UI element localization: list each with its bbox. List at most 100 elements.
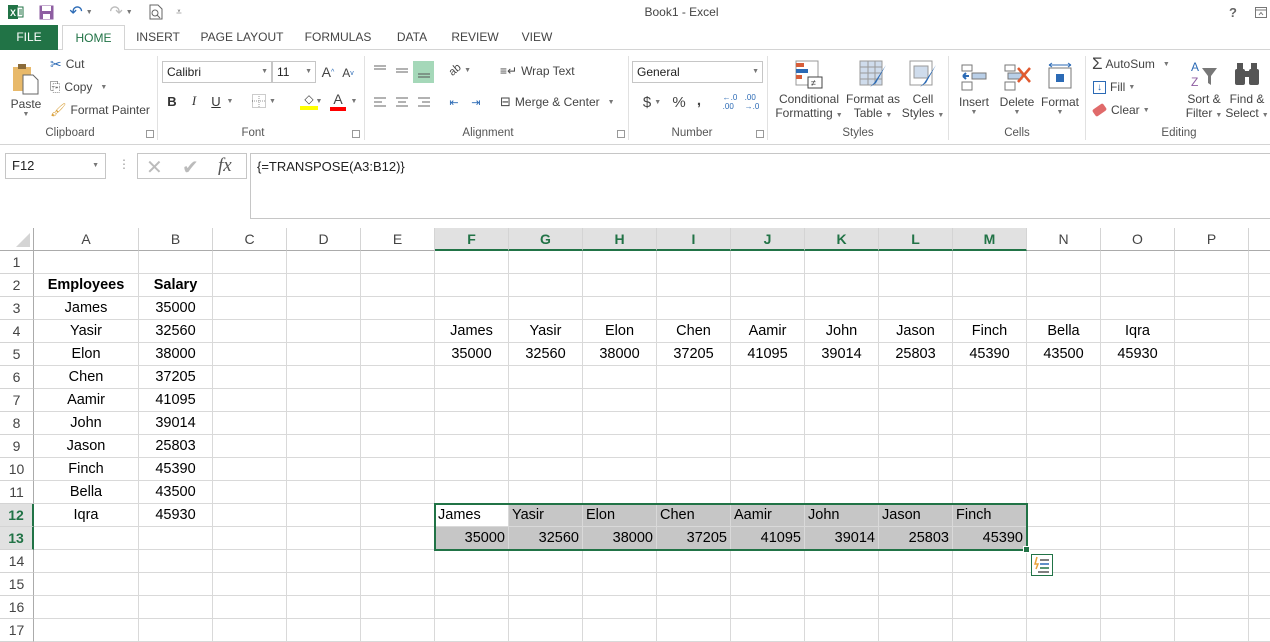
cell-l8[interactable]: [879, 412, 953, 435]
cell-partial-q5[interactable]: [1249, 343, 1270, 366]
cell-k9[interactable]: [805, 435, 879, 458]
cell-c4[interactable]: [213, 320, 287, 343]
cell-partial-q16[interactable]: [1249, 596, 1270, 619]
cell-k14[interactable]: [805, 550, 879, 573]
cell-j5[interactable]: 41095: [731, 343, 805, 366]
orientation-button[interactable]: ab ▼: [446, 60, 474, 80]
cell-e2[interactable]: [361, 274, 435, 297]
wrap-text-button[interactable]: ≡↵ Wrap Text: [500, 62, 575, 80]
cell-f16[interactable]: [435, 596, 509, 619]
cell-k13[interactable]: 39014: [805, 527, 879, 550]
cell-j10[interactable]: [731, 458, 805, 481]
cell-g7[interactable]: [509, 389, 583, 412]
cell-g3[interactable]: [509, 297, 583, 320]
cell-j8[interactable]: [731, 412, 805, 435]
cell-f14[interactable]: [435, 550, 509, 573]
increase-decimal-icon[interactable]: ←.0.00: [720, 93, 740, 111]
cell-m9[interactable]: [953, 435, 1027, 458]
cell-b4[interactable]: 32560: [139, 320, 213, 343]
cell-c3[interactable]: [213, 297, 287, 320]
cell-d6[interactable]: [287, 366, 361, 389]
cell-partial-q3[interactable]: [1249, 297, 1270, 320]
cell-f15[interactable]: [435, 573, 509, 596]
sort-filter-button[interactable]: AZ Sort & Filter ▼: [1183, 54, 1225, 124]
cell-n10[interactable]: [1027, 458, 1101, 481]
decrease-font-size-icon[interactable]: Av: [341, 65, 355, 81]
cell-i11[interactable]: [657, 481, 731, 504]
cell-f2[interactable]: [435, 274, 509, 297]
cell-a12[interactable]: Iqra: [34, 504, 139, 527]
cell-p10[interactable]: [1175, 458, 1249, 481]
cell-o6[interactable]: [1101, 366, 1175, 389]
cell-n12[interactable]: [1027, 504, 1101, 527]
column-header-c[interactable]: C: [213, 228, 287, 251]
cell-partial-q8[interactable]: [1249, 412, 1270, 435]
name-box[interactable]: F12 ▼: [5, 153, 106, 179]
cell-g4[interactable]: Yasir: [509, 320, 583, 343]
cell-p5[interactable]: [1175, 343, 1249, 366]
conditional-formatting-button[interactable]: ≠ Conditional Formatting ▼: [774, 54, 844, 124]
cell-c2[interactable]: [213, 274, 287, 297]
increase-font-size-icon[interactable]: A ^: [320, 63, 336, 81]
cell-e16[interactable]: [361, 596, 435, 619]
cell-o16[interactable]: [1101, 596, 1175, 619]
cell-i10[interactable]: [657, 458, 731, 481]
cell-e4[interactable]: [361, 320, 435, 343]
underline-button[interactable]: U: [208, 92, 224, 110]
cell-c10[interactable]: [213, 458, 287, 481]
column-header-j[interactable]: J: [731, 228, 805, 251]
cell-o3[interactable]: [1101, 297, 1175, 320]
cell-d14[interactable]: [287, 550, 361, 573]
cell-e8[interactable]: [361, 412, 435, 435]
cancel-icon[interactable]: ✕: [146, 155, 163, 180]
cell-m10[interactable]: [953, 458, 1027, 481]
cell-d8[interactable]: [287, 412, 361, 435]
cell-d12[interactable]: [287, 504, 361, 527]
cell-b13[interactable]: [139, 527, 213, 550]
cell-i2[interactable]: [657, 274, 731, 297]
cell-o10[interactable]: [1101, 458, 1175, 481]
cell-m7[interactable]: [953, 389, 1027, 412]
cell-f17[interactable]: [435, 619, 509, 642]
borders-button[interactable]: ▼: [250, 92, 278, 110]
cell-m17[interactable]: [953, 619, 1027, 642]
underline-dropdown[interactable]: ▼: [225, 92, 235, 110]
cell-partial-q10[interactable]: [1249, 458, 1270, 481]
cell-o13[interactable]: [1101, 527, 1175, 550]
cell-j3[interactable]: [731, 297, 805, 320]
cell-partial-q4[interactable]: [1249, 320, 1270, 343]
cell-h11[interactable]: [583, 481, 657, 504]
row-header-4[interactable]: 4: [0, 320, 34, 343]
column-header-o[interactable]: O: [1101, 228, 1175, 251]
find-select-button[interactable]: Find & Select ▼: [1225, 54, 1269, 124]
tab-review[interactable]: REVIEW: [446, 25, 504, 50]
cell-j9[interactable]: [731, 435, 805, 458]
cell-d5[interactable]: [287, 343, 361, 366]
cell-j15[interactable]: [731, 573, 805, 596]
currency-button[interactable]: $ ▼: [638, 93, 666, 111]
cell-h12[interactable]: Elon: [583, 504, 657, 527]
tab-formulas[interactable]: FORMULAS: [300, 25, 376, 50]
alignment-launcher-icon[interactable]: [617, 130, 625, 138]
cell-p6[interactable]: [1175, 366, 1249, 389]
cell-p9[interactable]: [1175, 435, 1249, 458]
cell-k4[interactable]: John: [805, 320, 879, 343]
enter-icon[interactable]: ✔: [182, 155, 199, 180]
cell-a17[interactable]: [34, 619, 139, 642]
cell-l1[interactable]: [879, 251, 953, 274]
cell-c5[interactable]: [213, 343, 287, 366]
column-header-h[interactable]: H: [583, 228, 657, 251]
column-header-m[interactable]: M: [953, 228, 1027, 251]
column-header-e[interactable]: E: [361, 228, 435, 251]
column-header-f[interactable]: F: [435, 228, 509, 251]
cell-a3[interactable]: James: [34, 297, 139, 320]
cell-c11[interactable]: [213, 481, 287, 504]
quick-analysis-button[interactable]: [1031, 554, 1053, 576]
cell-l14[interactable]: [879, 550, 953, 573]
cell-i15[interactable]: [657, 573, 731, 596]
decrease-decimal-icon[interactable]: .00 →.0: [742, 93, 762, 111]
row-header-14[interactable]: 14: [0, 550, 34, 573]
align-right-icon[interactable]: [414, 93, 434, 111]
cell-j13[interactable]: 41095: [731, 527, 805, 550]
cell-o12[interactable]: [1101, 504, 1175, 527]
